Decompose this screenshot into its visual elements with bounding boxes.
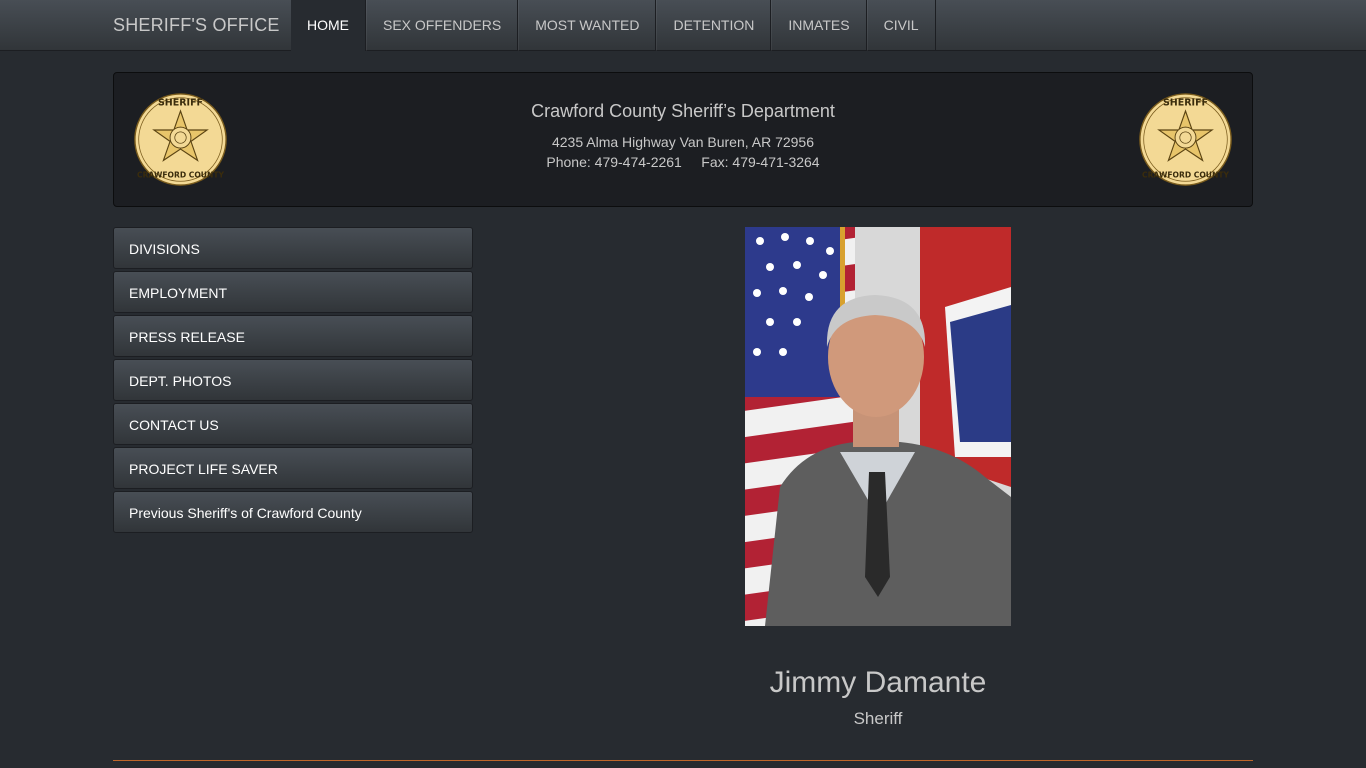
side-menu: DIVISIONS EMPLOYMENT PRESS RELEASE DEPT.… (113, 227, 473, 535)
department-address: 4235 Alma Highway Van Buren, AR 72956 (551, 134, 815, 150)
site-brand[interactable]: SHERIFF'S OFFICE (113, 0, 280, 51)
department-phone-fax: Phone: 479-474-2261 Fax: 479-471-3264 (546, 154, 820, 170)
nav-home[interactable]: HOME (291, 0, 366, 51)
main-nav: HOME SEX OFFENDERS MOST WANTED DETENTION… (291, 0, 936, 51)
menu-contact-us[interactable]: CONTACT US (113, 403, 473, 445)
svg-text:CRAWFORD COUNTY: CRAWFORD COUNTY (137, 171, 224, 180)
menu-previous-sheriffs[interactable]: Previous Sheriff's of Crawford County (113, 491, 473, 533)
footer-divider (113, 760, 1253, 761)
department-title: Crawford County Sheriff’s Department (531, 101, 835, 121)
menu-employment[interactable]: EMPLOYMENT (113, 271, 473, 313)
department-header: SHERIFF CRAWFORD COUNTY Crawford County … (113, 72, 1253, 207)
sheriff-portrait (745, 227, 1011, 626)
nav-detention[interactable]: DETENTION (656, 0, 772, 51)
nav-most-wanted[interactable]: MOST WANTED (518, 0, 657, 51)
svg-text:SHERIFF: SHERIFF (1163, 97, 1208, 108)
nav-inmates[interactable]: INMATES (771, 0, 867, 51)
nav-sex-offenders[interactable]: SEX OFFENDERS (366, 0, 519, 51)
nav-civil[interactable]: CIVIL (866, 0, 936, 51)
menu-divisions[interactable]: DIVISIONS (113, 227, 473, 269)
sheriff-name: Jimmy Damante (769, 666, 987, 699)
top-navbar: SHERIFF'S OFFICE HOME SEX OFFENDERS MOST… (0, 0, 1366, 51)
menu-dept-photos[interactable]: DEPT. PHOTOS (113, 359, 473, 401)
sheriff-badge-logo-right: SHERIFF CRAWFORD COUNTY (1139, 93, 1232, 186)
sheriff-title: Sheriff (853, 709, 903, 728)
menu-project-life-saver[interactable]: PROJECT LIFE SAVER (113, 447, 473, 489)
svg-text:CRAWFORD COUNTY: CRAWFORD COUNTY (1142, 171, 1229, 180)
menu-press-release[interactable]: PRESS RELEASE (113, 315, 473, 357)
